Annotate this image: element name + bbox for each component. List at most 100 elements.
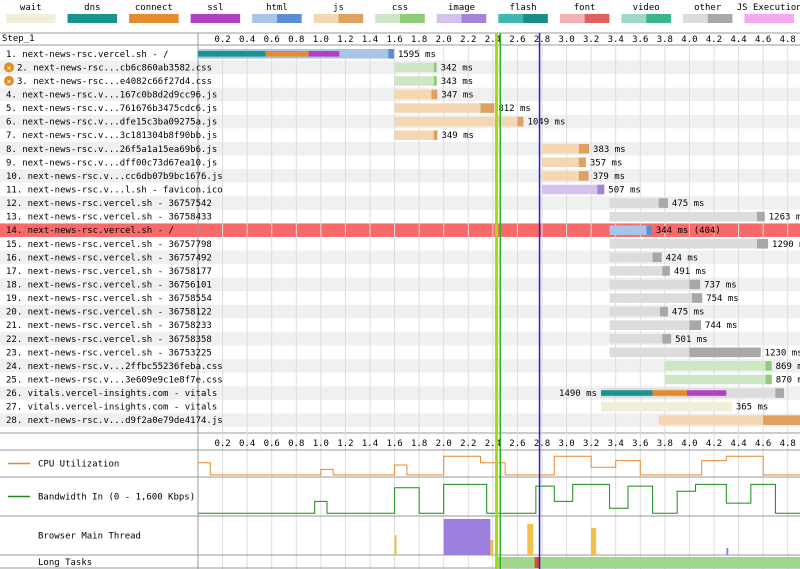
- legend-swatch: [461, 14, 487, 23]
- request-time-label: 1263 ms: [769, 213, 800, 223]
- request-bar: [609, 266, 670, 276]
- request-label: next-news-rsc.v...d9f2a0e79de4174.js: [28, 416, 223, 426]
- request-time-label: 342 ms: [441, 63, 474, 73]
- tick-label-bottom: 3.6: [632, 439, 648, 449]
- request-bar: [664, 361, 772, 371]
- request-number: 5.: [6, 104, 17, 114]
- tick-label-bottom: 3.0: [558, 439, 574, 449]
- request-label: next-news-rsc.vercel.sh - /: [22, 50, 168, 60]
- legend-label: other: [694, 3, 722, 13]
- request-label: next-news-rsc.v...cc6db07b9bc1676.js: [28, 172, 223, 182]
- request-bar-download: [757, 211, 765, 222]
- request-bar-download: [431, 89, 438, 100]
- request-number: 27.: [6, 403, 22, 413]
- request-time-label: 344 ms (404): [656, 226, 721, 236]
- request-bar: [609, 320, 701, 330]
- request-number: 4.: [6, 90, 17, 100]
- legend-swatch: [559, 14, 585, 23]
- request-time-label: 870 ms: [776, 375, 800, 385]
- request-bar-ssl: [308, 51, 340, 57]
- request-number: 17.: [6, 267, 22, 277]
- request-bar-ssl: [686, 390, 727, 396]
- request-bar: [609, 238, 769, 249]
- request-bar-download: [597, 184, 605, 195]
- request-bar-download: [578, 143, 590, 154]
- legend-swatch: [129, 14, 179, 23]
- request-time-label: 357 ms: [590, 158, 623, 168]
- request-label: next-news-rsc.vercel.sh - 36758554: [28, 294, 212, 304]
- request-bar: [609, 225, 652, 235]
- main-thread-scripting-js: [591, 528, 597, 555]
- legend-label: html: [266, 3, 288, 13]
- request-bar-download: [659, 306, 668, 317]
- request-number: 1.: [6, 50, 17, 60]
- tick-label-top: 1.4: [362, 35, 378, 45]
- request-bar-download: [689, 320, 701, 330]
- tick-label-bottom: 0.6: [264, 439, 280, 449]
- request-time-label: 507 ms: [608, 185, 641, 195]
- tick-label-top: 2.0: [436, 35, 452, 45]
- request-time-label: 1595 ms: [398, 50, 436, 60]
- legend-swatch: [744, 14, 794, 23]
- request-bar-download: [765, 374, 772, 385]
- request-label: next-news-rsc.v...761676b3475cdc6.js: [22, 104, 217, 114]
- request-bar-dns: [198, 51, 266, 57]
- request-bar-download: [433, 76, 437, 86]
- panel-label: Browser Main Thread: [38, 532, 141, 542]
- request-number: 14.: [6, 226, 22, 236]
- legend-swatch: [6, 14, 56, 23]
- request-label: next-news-rsc.v...26f5a1a15ea69b6.js: [22, 145, 217, 155]
- tick-label-top: 1.2: [337, 35, 353, 45]
- request-label: vitals.vercel-insights.com - vitals: [28, 389, 218, 399]
- request-number: 7.: [6, 131, 17, 141]
- request-number: 2.: [17, 63, 28, 73]
- request-bar-download: [652, 252, 662, 263]
- request-bar-connect: [265, 51, 309, 57]
- main-thread-scripting-js: [527, 524, 534, 555]
- request-time-label: 1290 ms: [772, 240, 800, 250]
- request-bar-download: [578, 171, 589, 181]
- request-time-label: 754 ms: [706, 294, 739, 304]
- request-number: 18.: [6, 280, 22, 290]
- request-bar-download: [658, 198, 668, 208]
- request-label: next-news-rsc.v...2ffbc55236feba.css: [28, 362, 223, 372]
- request-time-label: 475 ms: [672, 199, 705, 209]
- tick-label-bottom: 0.2: [214, 439, 230, 449]
- request-label: next-news-rsc.v...dff00c73d67ea10.js: [22, 158, 217, 168]
- long-task-bar: [496, 557, 800, 568]
- request-label: next-news-rsc.vercel.sh - 36756101: [28, 280, 212, 290]
- request-bar: [394, 130, 438, 140]
- legend-label: js: [333, 3, 344, 13]
- request-bar: [394, 89, 438, 100]
- request-bar-download: [689, 279, 701, 290]
- request-bar-download: [646, 225, 652, 235]
- bandwidth-line: [198, 483, 800, 514]
- request-bar: [609, 306, 668, 317]
- request-time-label: 501 ms: [675, 335, 708, 345]
- request-bar: [609, 333, 672, 344]
- tick-label-top: 3.2: [583, 35, 599, 45]
- request-label: next-news-rsc.vercel.sh - 36753225: [28, 348, 212, 358]
- legend-swatch: [400, 14, 425, 23]
- main-thread-layout: [490, 540, 494, 555]
- request-time-label: 383 ms: [593, 145, 626, 155]
- tick-label-top: 3.4: [608, 35, 624, 45]
- legend-swatch: [436, 14, 462, 23]
- tick-label-bottom: 4.4: [730, 439, 746, 449]
- request-label: next-news-rsc.v...167c0b8d2d9cc96.js: [22, 90, 217, 100]
- request-time-label: 424 ms: [666, 253, 699, 263]
- tick-label-bottom: 4.2: [706, 439, 722, 449]
- tick-label-top: 3.8: [657, 35, 673, 45]
- legend-label: css: [392, 3, 408, 13]
- request-label: next-news-rsc.vercel.sh - 36758122: [28, 308, 212, 318]
- cpu-utilization-line: [198, 455, 800, 476]
- tick-label-top: 4.8: [780, 35, 796, 45]
- legend-swatch: [498, 14, 524, 23]
- legend-swatch: [338, 14, 364, 23]
- panel-label: CPU Utilization: [38, 460, 119, 470]
- request-number: 13.: [6, 213, 22, 223]
- request-time-label: 349 ms: [441, 131, 474, 141]
- legend-swatch: [682, 14, 708, 23]
- legend-swatch: [67, 14, 118, 23]
- request-bar: [609, 279, 701, 290]
